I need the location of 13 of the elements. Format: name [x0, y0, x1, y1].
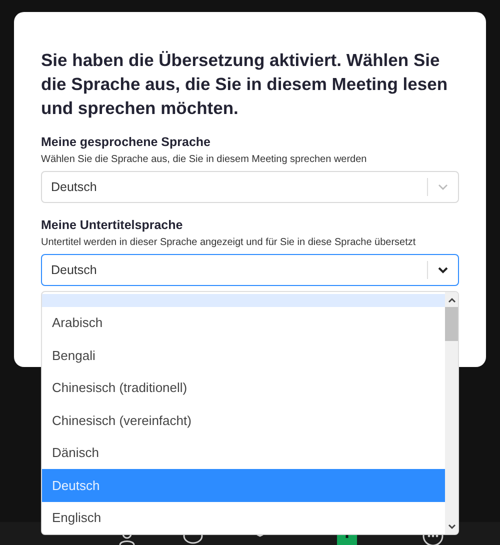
scroll-up-icon[interactable]: [448, 297, 456, 303]
select-value: Deutsch: [50, 178, 98, 196]
field-hint: Untertitel werden in dieser Sprache angezeigt und für Sie in diese Sprache übersetzt: [41, 236, 417, 250]
dialog-title: Sie haben die Übersetzung aktiviert. Wählen Sie die Sprache aus, die Sie in diesem Meeting lesen und sprechen möchten.: [41, 49, 449, 120]
field-hint: Wählen Sie die Sprache aus, die Sie in diesem Meeting sprechen werden: [41, 153, 368, 167]
select-value: Deutsch: [50, 262, 98, 279]
language-select[interactable]: Deutsch: [41, 171, 459, 203]
scroll-down-icon[interactable]: [448, 524, 456, 530]
scroll-thumb[interactable]: [445, 307, 458, 341]
field-label: Meine Untertitelsprache: [41, 217, 184, 233]
scrollbar[interactable]: [445, 292, 458, 534]
language-select[interactable]: Deutsch: [41, 254, 459, 286]
field-label: Meine gesprochene Sprache: [41, 134, 212, 150]
